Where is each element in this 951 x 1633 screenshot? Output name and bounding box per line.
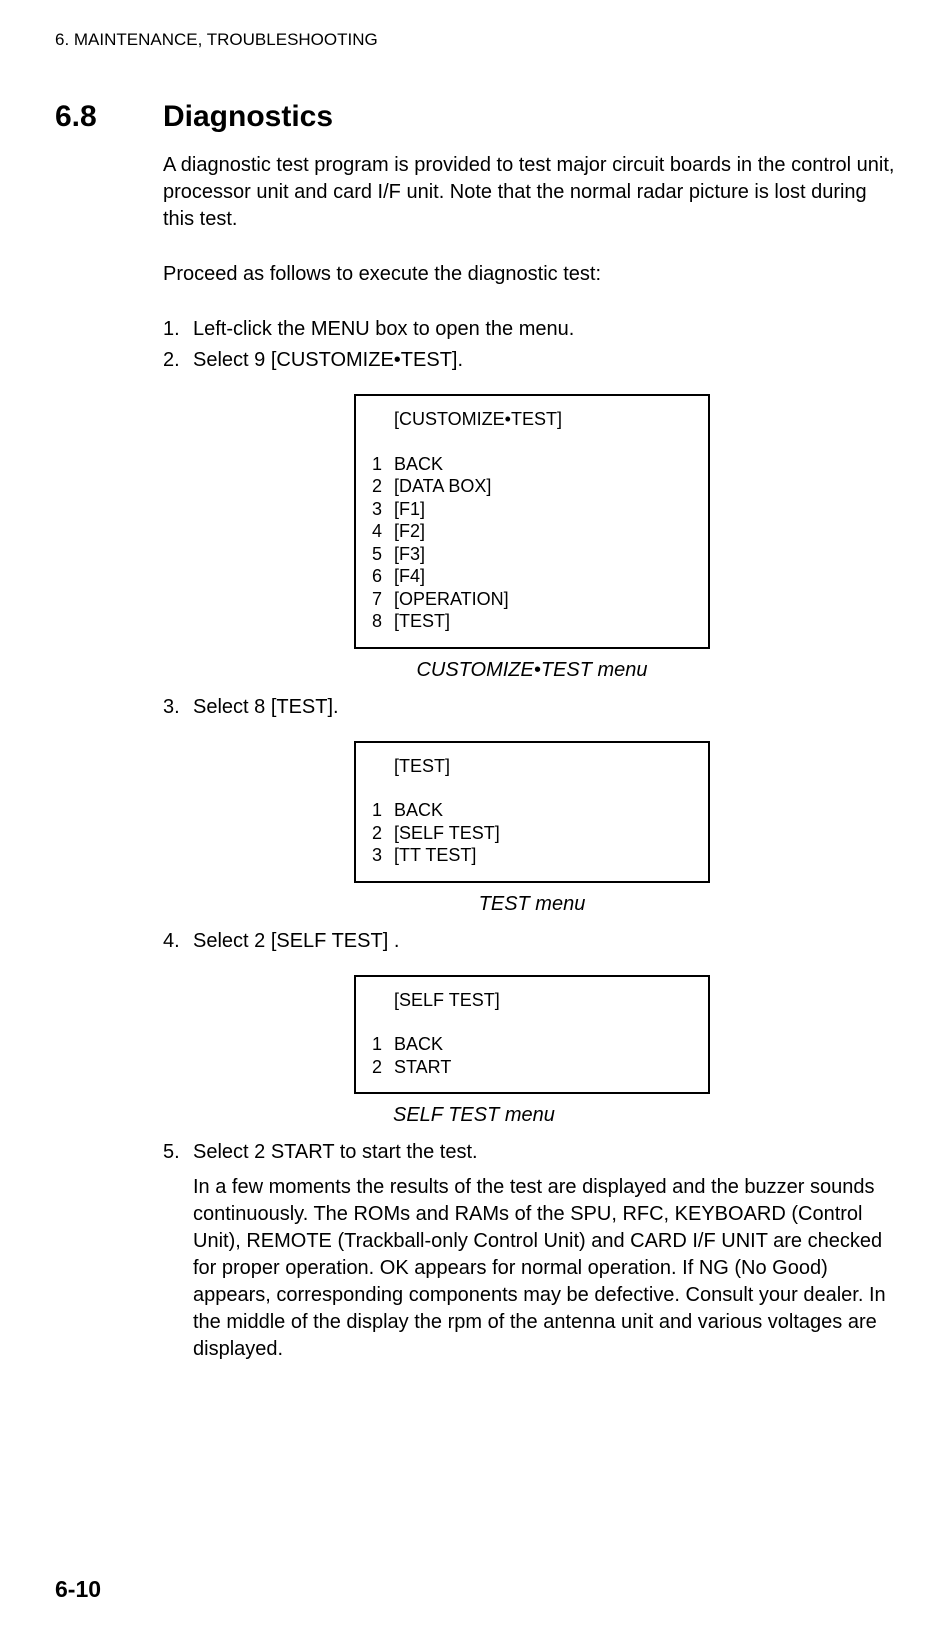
menu-item: 1BACK — [372, 1033, 692, 1056]
menu-item: 7[OPERATION] — [372, 588, 692, 611]
menu-title: [SELF TEST] — [394, 989, 692, 1012]
step-3: 3. Select 8 [TEST]. — [163, 694, 901, 721]
menu-item-number: 2 — [372, 1056, 394, 1079]
menu-item: 2START — [372, 1056, 692, 1079]
menu-item-number: 4 — [372, 520, 394, 543]
menu-item-number: 3 — [372, 844, 394, 867]
step-text: Select 2 [SELF TEST] . — [193, 928, 901, 955]
menu-item-number: 1 — [372, 1033, 394, 1056]
menu-item-label: [TEST] — [394, 610, 450, 633]
intro-paragraph: A diagnostic test program is provided to… — [163, 152, 901, 233]
step-text: Select 9 [CUSTOMIZE•TEST]. — [193, 347, 901, 374]
menu-item-label: BACK — [394, 799, 443, 822]
menu-item-label: [DATA BOX] — [394, 475, 491, 498]
menu-item-number: 5 — [372, 543, 394, 566]
menu-item-label: [F1] — [394, 498, 425, 521]
menu-item-label: [OPERATION] — [394, 588, 509, 611]
menu-item: 2[SELF TEST] — [372, 822, 692, 845]
menu-item-number: 6 — [372, 565, 394, 588]
menu-item-label: [TT TEST] — [394, 844, 476, 867]
menu-item-label: [F3] — [394, 543, 425, 566]
section-number: 6.8 — [55, 100, 163, 134]
menu-item-label: START — [394, 1056, 451, 1079]
step-5: 5. Select 2 START to start the test. — [163, 1139, 901, 1166]
page: 6. MAINTENANCE, TROUBLESHOOTING 6.8 Diag… — [0, 0, 951, 1633]
menu-item-number: 7 — [372, 588, 394, 611]
steps-list: 1. Left-click the MENU box to open the m… — [163, 316, 901, 374]
menu-caption: CUSTOMIZE•TEST menu — [163, 657, 901, 684]
menu-item: 3[F1] — [372, 498, 692, 521]
menu-item-label: [F2] — [394, 520, 425, 543]
menu-item: 1BACK — [372, 453, 692, 476]
menu-item-label: [F4] — [394, 565, 425, 588]
menu-item: 8[TEST] — [372, 610, 692, 633]
step-4: 4. Select 2 [SELF TEST] . — [163, 928, 901, 955]
self-test-menu: [SELF TEST] 1BACK 2START — [354, 975, 710, 1095]
menu-title: [TEST] — [394, 755, 692, 778]
step-number: 5. — [163, 1139, 193, 1166]
step-text: Select 8 [TEST]. — [193, 694, 901, 721]
step-1: 1. Left-click the MENU box to open the m… — [163, 316, 901, 343]
menu-caption: SELF TEST menu — [393, 1102, 901, 1129]
menu-item: 5[F3] — [372, 543, 692, 566]
menu-item-label: BACK — [394, 1033, 443, 1056]
page-header: 6. MAINTENANCE, TROUBLESHOOTING — [55, 30, 901, 50]
body: A diagnostic test program is provided to… — [163, 152, 901, 1363]
step-text: Select 2 START to start the test. — [193, 1139, 901, 1166]
step-number: 1. — [163, 316, 193, 343]
menu-title: [CUSTOMIZE•TEST] — [394, 408, 692, 431]
test-menu: [TEST] 1BACK 2[SELF TEST] 3[TT TEST] — [354, 741, 710, 883]
menu-item-label: [SELF TEST] — [394, 822, 500, 845]
menu-item-number: 2 — [372, 822, 394, 845]
menu-item-number: 2 — [372, 475, 394, 498]
proceed-paragraph: Proceed as follows to execute the diagno… — [163, 261, 901, 288]
menu-caption: TEST menu — [163, 891, 901, 918]
step-text: Left-click the MENU box to open the menu… — [193, 316, 901, 343]
menu-item-number: 3 — [372, 498, 394, 521]
menu-item: 6[F4] — [372, 565, 692, 588]
step-number: 4. — [163, 928, 193, 955]
menu-item-number: 8 — [372, 610, 394, 633]
section-heading: 6.8 Diagnostics — [55, 100, 901, 134]
menu-item: 1BACK — [372, 799, 692, 822]
section-title: Diagnostics — [163, 100, 333, 134]
menu-item: 2[DATA BOX] — [372, 475, 692, 498]
step-2: 2. Select 9 [CUSTOMIZE•TEST]. — [163, 347, 901, 374]
menu-item-label: BACK — [394, 453, 443, 476]
page-number: 6-10 — [55, 1576, 101, 1603]
result-paragraph: In a few moments the results of the test… — [193, 1174, 901, 1363]
step-number: 2. — [163, 347, 193, 374]
customize-test-menu: [CUSTOMIZE•TEST] 1BACK 2[DATA BOX] 3[F1]… — [354, 394, 710, 649]
menu-item-number: 1 — [372, 453, 394, 476]
menu-item: 4[F2] — [372, 520, 692, 543]
menu-item-number: 1 — [372, 799, 394, 822]
step-number: 3. — [163, 694, 193, 721]
menu-item: 3[TT TEST] — [372, 844, 692, 867]
